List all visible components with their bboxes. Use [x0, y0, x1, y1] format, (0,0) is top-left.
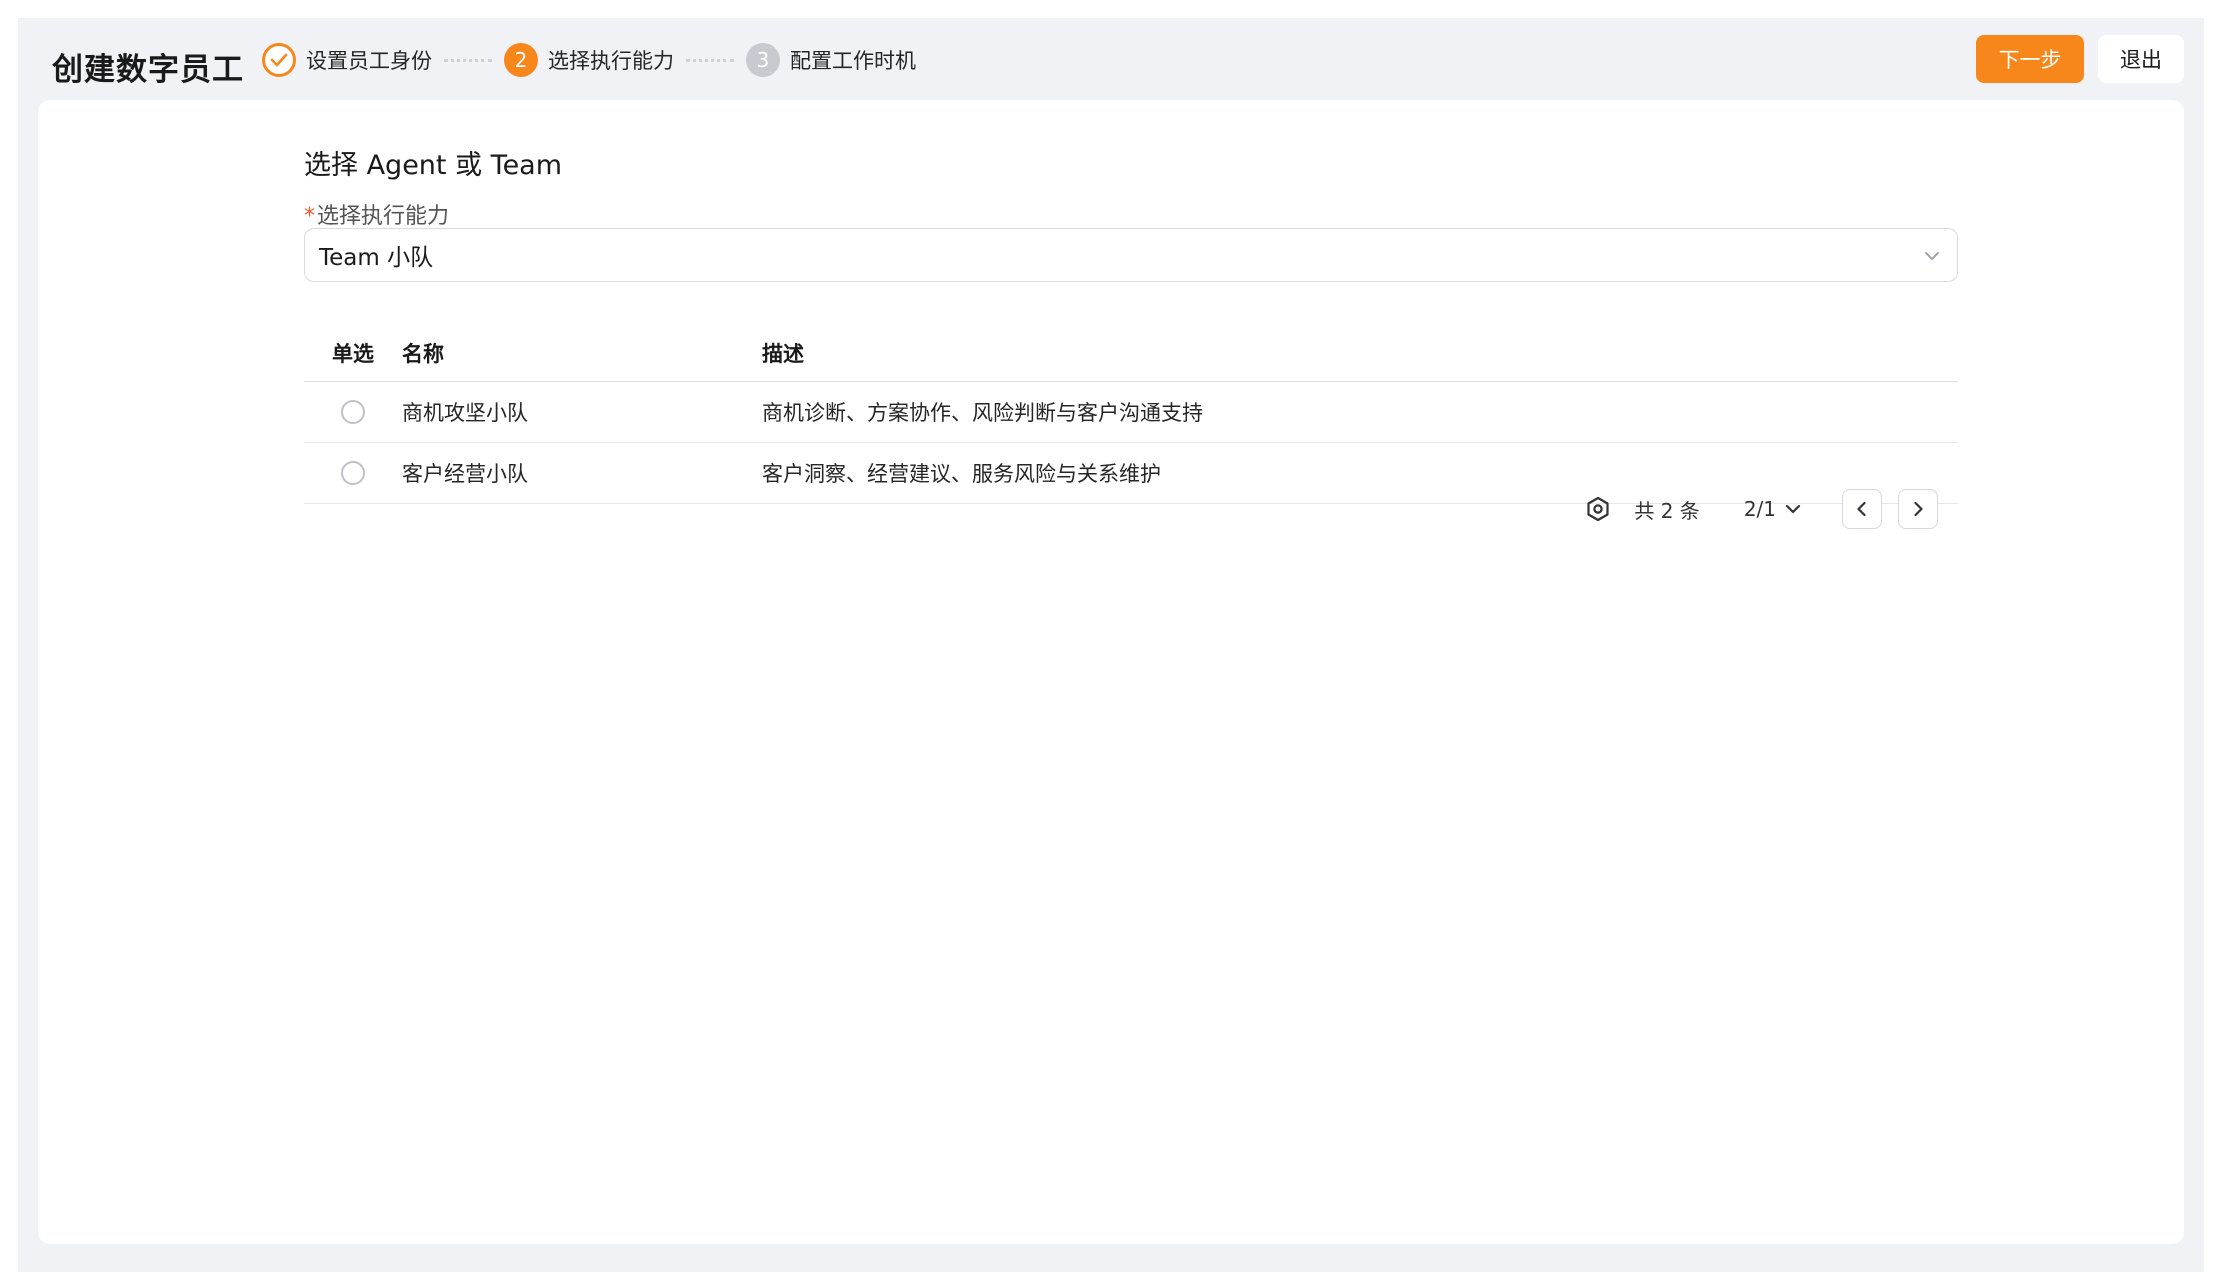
next-page-button[interactable] — [1898, 489, 1938, 529]
page-size-select[interactable]: 2/1 — [1744, 497, 1802, 521]
content-card: 选择 Agent 或 Team *选择执行能力 Team 小队 单选 名称 描述… — [38, 100, 2184, 1244]
field-label: *选择执行能力 — [304, 198, 449, 230]
field-label-text: 选择执行能力 — [317, 204, 450, 229]
chevron-down-icon — [1925, 252, 1939, 260]
step-connector — [444, 58, 492, 62]
chevron-left-icon — [1857, 501, 1866, 517]
check-icon — [262, 43, 296, 77]
row-radio[interactable] — [341, 461, 365, 485]
total-count: 共 2 条 — [1634, 498, 1700, 523]
table-row[interactable]: 商机攻坚小队 商机诊断、方案协作、风险判断与客户沟通支持 — [304, 382, 1958, 443]
prev-page-button[interactable] — [1842, 489, 1882, 529]
radio-cell — [304, 461, 402, 485]
chevron-down-icon — [1785, 504, 1801, 514]
team-table: 单选 名称 描述 商机攻坚小队 商机诊断、方案协作、风险判断与客户沟通支持 客户… — [304, 324, 1958, 504]
capability-select[interactable]: Team 小队 — [304, 228, 1958, 282]
section-title: 选择 Agent 或 Team — [304, 150, 563, 181]
pagination: 共 2 条 2/1 — [1584, 488, 1938, 530]
row-name: 客户经营小队 — [402, 462, 528, 486]
page-indicator: 2/1 — [1743, 497, 1776, 521]
required-mark: * — [304, 204, 315, 229]
row-name: 商机攻坚小队 — [402, 401, 528, 425]
step-1: 设置员工身份 — [262, 43, 432, 77]
header-name: 名称 — [402, 341, 444, 366]
chevron-right-icon — [1914, 501, 1923, 517]
next-step-button[interactable]: 下一步 — [1976, 35, 2084, 83]
step-connector — [686, 58, 734, 62]
app-window: 创建数字员工 设置员工身份 2 选择执行能力 3 配置工作时机 下一步 退出 选… — [18, 18, 2204, 1272]
header: 创建数字员工 设置员工身份 2 选择执行能力 3 配置工作时机 下一步 退出 — [18, 18, 2204, 100]
step-2: 2 选择执行能力 — [504, 43, 674, 77]
step-3-label: 配置工作时机 — [790, 49, 916, 73]
row-desc: 客户洞察、经营建议、服务风险与关系维护 — [762, 462, 1161, 486]
row-radio[interactable] — [341, 400, 365, 424]
step-3-number: 3 — [746, 43, 780, 77]
step-2-label: 选择执行能力 — [548, 49, 674, 73]
step-1-label: 设置员工身份 — [306, 49, 432, 73]
exit-button[interactable]: 退出 — [2098, 35, 2184, 83]
row-desc: 商机诊断、方案协作、风险判断与客户沟通支持 — [762, 401, 1203, 425]
header-select: 单选 — [332, 341, 374, 366]
radio-cell — [304, 400, 402, 424]
header-desc: 描述 — [762, 341, 804, 366]
step-3: 3 配置工作时机 — [746, 43, 916, 77]
step-indicator: 设置员工身份 2 选择执行能力 3 配置工作时机 — [262, 40, 916, 80]
page-title: 创建数字员工 — [52, 52, 244, 88]
select-value: Team 小队 — [319, 245, 434, 271]
step-2-number: 2 — [504, 43, 538, 77]
table-header: 单选 名称 描述 — [304, 324, 1958, 382]
settings-icon[interactable] — [1584, 495, 1612, 523]
